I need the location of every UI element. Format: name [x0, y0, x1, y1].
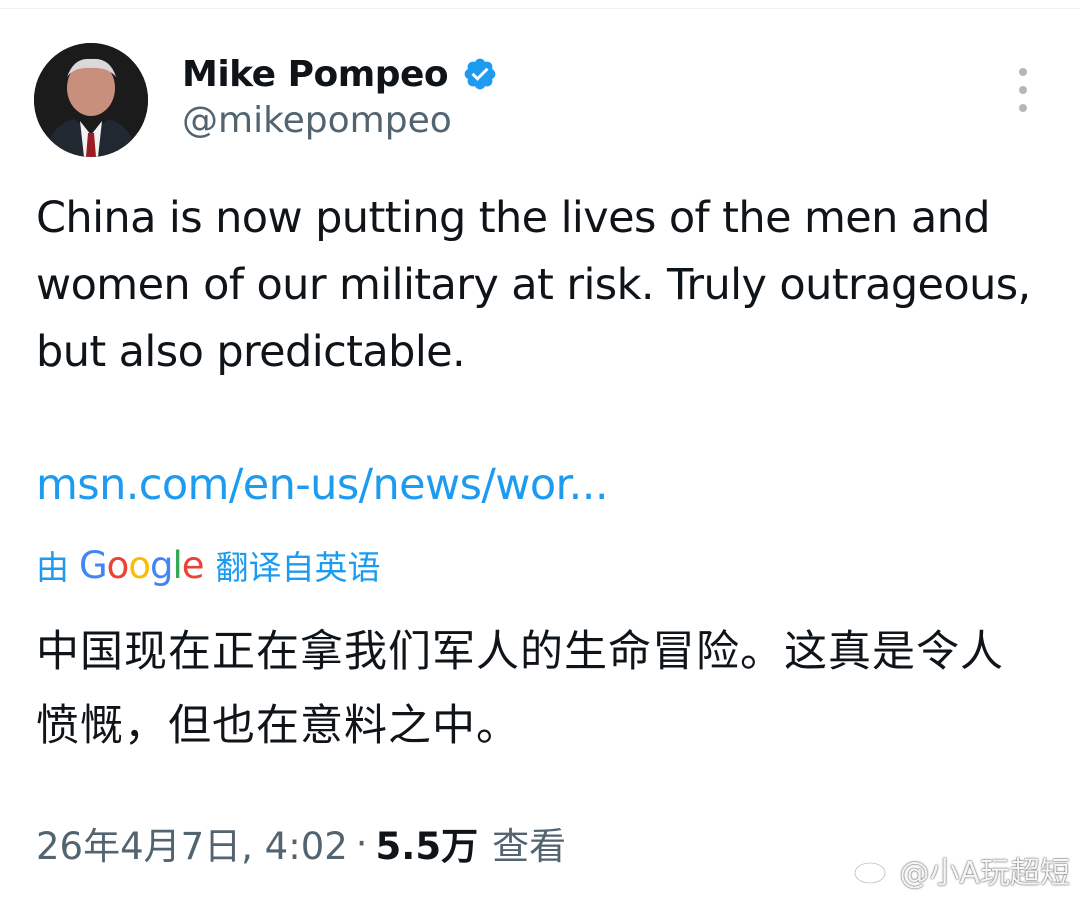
profile-photo-icon: [34, 43, 148, 157]
avatar[interactable]: [34, 43, 148, 157]
more-options-button[interactable]: [1008, 68, 1038, 112]
more-vertical-icon: [1019, 68, 1027, 76]
verified-badge-icon: [462, 56, 498, 92]
author-handle[interactable]: @mikepompeo: [182, 100, 452, 141]
author-name-row: Mike Pompeo: [182, 50, 498, 98]
top-divider: [0, 8, 1080, 9]
watermark-text: @小A玩超短: [899, 856, 1070, 891]
weibo-logo-icon: [853, 854, 893, 886]
translation-attribution[interactable]: 由 Google 翻译自英语: [36, 540, 381, 590]
view-label: 查看: [492, 825, 567, 868]
more-vertical-icon-dot: [1019, 104, 1027, 112]
translation-prefix: 由: [36, 548, 69, 587]
google-logo: Google: [79, 543, 204, 587]
translation-suffix: 翻译自英语: [215, 548, 381, 587]
more-vertical-icon-dot: [1019, 86, 1027, 94]
translated-tweet-text: 中国现在正在拿我们军人的生命冒险。这真是令人愤慨，但也在意料之中。: [36, 627, 1004, 751]
author-display-name[interactable]: Mike Pompeo: [182, 54, 449, 95]
tweet-meta: 26年4月7日, 4:02 · 5.5万 查看: [36, 815, 566, 871]
watermark: @小A玩超短: [853, 848, 1070, 892]
view-count: 5.5万: [375, 825, 479, 868]
tweet-timestamp[interactable]: 26年4月7日, 4:02: [36, 816, 348, 870]
tweet-link[interactable]: msn.com/en-us/news/wor...: [36, 452, 608, 519]
tweet-text: China is now putting the lives of the me…: [36, 193, 1031, 377]
meta-separator: ·: [355, 821, 368, 865]
